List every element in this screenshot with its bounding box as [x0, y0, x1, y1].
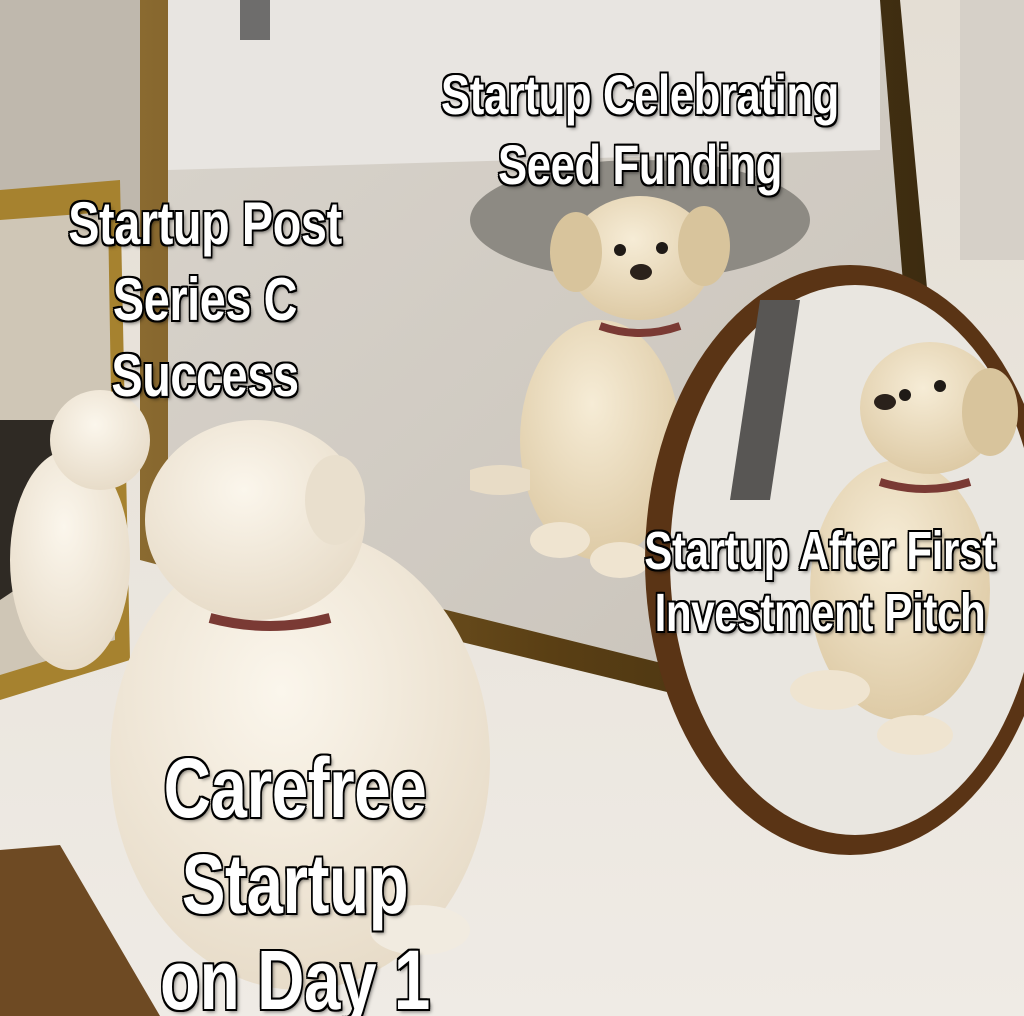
caption-series-c: Startup Post Series C Success	[68, 190, 342, 409]
puppy-middle-paw-left	[530, 522, 590, 558]
caption-day-one: Carefree Startup on Day 1	[160, 741, 430, 1016]
puppy-round-eye-right	[934, 380, 946, 392]
puppy-round-paw-right	[877, 715, 953, 755]
puppy-middle-ear-right	[678, 206, 730, 286]
puppy-round-ear	[962, 368, 1018, 456]
caption-first-pitch: Startup After First Investment Pitch	[644, 521, 996, 643]
puppy-round-eye-left	[899, 389, 911, 401]
caption-seed-funding: Startup Celebrating Seed Funding	[441, 63, 839, 196]
puppy-foreground-ear	[305, 455, 365, 545]
puppy-middle-eye-left	[614, 244, 626, 256]
reflected-object	[240, 0, 270, 40]
meme-image: Startup Celebrating Seed Funding Startup…	[0, 0, 1024, 1016]
puppy-middle-tail	[470, 465, 530, 495]
right-wall	[960, 0, 1024, 260]
puppy-middle-nose	[630, 264, 652, 280]
puppy-middle-ear-left	[550, 212, 602, 292]
puppy-middle-eye-right	[656, 242, 668, 254]
puppy-round-nose	[874, 394, 896, 410]
puppy-round-paw-left	[790, 670, 870, 710]
